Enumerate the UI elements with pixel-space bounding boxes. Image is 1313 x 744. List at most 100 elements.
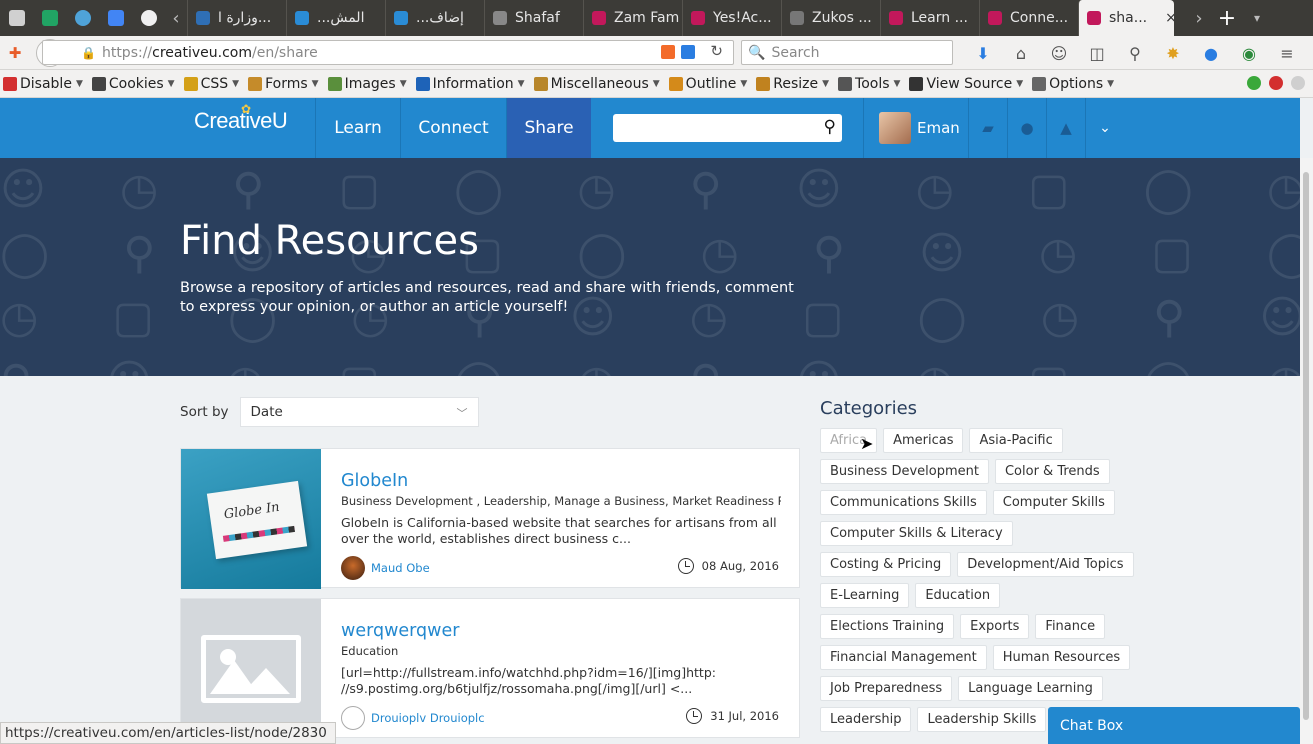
reload-icon[interactable]: ↻ [710,42,723,60]
browser-tab[interactable]: Yes!Ac... [682,0,781,36]
resource-description: [url=http://fullstream.info/watchhd.php?… [341,665,716,696]
category-chip[interactable]: Leadership Skills [917,707,1047,732]
color-icon[interactable]: ◉ [1230,44,1268,63]
site-search-input[interactable]: ⚲ [613,114,842,142]
browser-tab[interactable]: Learn ... [880,0,979,36]
nav-share[interactable]: Share [506,98,591,158]
addon-plus-icon[interactable] [661,45,675,59]
resource-thumbnail[interactable]: Globe In [181,449,321,589]
resource-thumbnail[interactable] [181,599,321,739]
extension-icon[interactable]: ✸ [1154,44,1192,63]
devtool-menu[interactable]: Forms ▼ [248,76,319,92]
category-chip[interactable]: Language Learning [958,676,1103,701]
browser-tab[interactable]: Zukos ... [781,0,880,36]
browser-search-field[interactable]: 🔍 Search [741,40,953,65]
category-chip[interactable]: Americas [883,428,964,453]
category-chip[interactable]: Job Preparedness [820,676,953,701]
pocket-icon[interactable]: ◫ [1078,44,1116,63]
category-chip[interactable]: Exports [960,614,1030,639]
addon-menu-icon[interactable]: ✚ [2,40,28,66]
category-chip[interactable]: Costing & Pricing [820,552,952,577]
category-chip[interactable]: Computer Skills [992,490,1115,515]
category-chip[interactable]: Leadership [820,707,912,732]
category-chip[interactable]: Development/Aid Topics [957,552,1134,577]
browser-tab[interactable]: Zam Fam [583,0,682,36]
download-icon[interactable]: ⬇ [964,44,1002,63]
url-bar[interactable]: 🔒 https://creativeu.com/en/share ↻ [42,40,734,65]
resource-card[interactable]: Globe In GlobeIn Business Development , … [180,448,800,589]
tab-favicon-icon [889,11,903,25]
nav-connect[interactable]: Connect [400,98,506,158]
resource-title[interactable]: werqwerqwer [341,621,459,641]
messages-icon[interactable]: ▰ [968,98,1007,158]
pinned-tab-gmail[interactable] [0,0,33,36]
tabs-scroll-right[interactable]: › [1188,8,1210,29]
category-chip[interactable]: Financial Management [820,645,987,670]
browser-tab[interactable]: Shafaf [484,0,583,36]
home-icon[interactable]: ⌂ [1002,44,1040,63]
category-chip[interactable]: Education [915,583,1001,608]
pinned-tab-asterisk[interactable] [66,0,99,36]
hamburger-menu-icon[interactable]: ≡ [1268,44,1306,63]
devtool-menu[interactable]: Images ▼ [327,75,407,92]
devtool-menu[interactable]: Outline ▼ [668,76,747,92]
category-chip[interactable]: Color & Trends [994,459,1110,484]
category-chip[interactable]: Finance [1035,614,1106,639]
chevron-down-icon[interactable]: ⌄ [1085,98,1124,158]
browser-tab[interactable]: Conne... [979,0,1078,36]
asterisk-icon [74,10,91,26]
browser-tab[interactable]: ...المش [286,0,385,36]
category-chip[interactable]: Asia-Pacific [969,428,1063,453]
category-chip[interactable]: Human Resources [992,645,1131,670]
devtool-menu[interactable]: Miscellaneous ▼ [533,76,660,92]
devtool-menu[interactable]: View Source ▼ [909,76,1023,92]
user-menu[interactable]: Eman [863,98,960,158]
devtool-menu[interactable]: Tools ▼ [838,76,900,92]
sort-select[interactable]: Date ﹀ [239,397,479,427]
nav-learn[interactable]: Learn [315,98,400,158]
devtool-menu[interactable]: Information ▼ [415,76,525,92]
error-icon [1269,76,1283,90]
category-chip[interactable]: E-Learning [820,583,910,608]
category-chip[interactable]: Elections Training [820,614,955,639]
pinned-tab-docs[interactable] [99,0,132,36]
page-scrollbar[interactable] [1300,158,1313,744]
devtool-menu[interactable]: CSS ▼ [183,76,239,92]
devtool-menu[interactable]: Resize ▼ [756,76,829,92]
category-chip[interactable]: Computer Skills & Literacy [820,521,1013,546]
resource-author[interactable]: Drouioplv Drouioplc [341,706,485,730]
tabs-scroll-left[interactable]: ‹ [165,8,187,29]
chat-box-button[interactable]: Chat Box [1048,707,1300,744]
devtool-menu[interactable]: Cookies ▼ [91,76,175,92]
browser-tab[interactable]: وزارة ا... [187,0,286,36]
category-chip[interactable]: Communications Skills [820,490,987,515]
gmail-icon [8,10,25,26]
main-nav: Learn Connect Share [315,98,591,158]
tab-active[interactable]: sha... × [1078,0,1174,36]
tabs-list-icon[interactable]: ▾ [1246,11,1268,25]
dropdown-arrow-icon: ▼ [517,78,525,89]
notifications-icon[interactable]: ▲ [1046,98,1085,158]
new-tab-button[interactable]: + [1216,6,1238,31]
resource-title[interactable]: GlobeIn [341,471,408,491]
close-tab-icon[interactable]: × [1165,10,1174,26]
info-addon-icon[interactable] [681,45,695,59]
category-chip[interactable]: Business Development [820,459,989,484]
sort-row: Sort by Date ﹀ [180,397,479,427]
logo-flower-icon: ✿ [241,102,251,116]
devtool-label: Images [344,75,396,92]
resource-card[interactable]: werqwerqwer Education [url=http://fullst… [180,598,800,739]
browser-tab[interactable]: ...إضاف [385,0,484,36]
resource-author[interactable]: Maud Obe [341,556,430,580]
pinned-tab-olx[interactable] [132,0,165,36]
creativeu-logo[interactable]: ✿ CreativeU [194,102,288,134]
globe-icon[interactable]: ● [1192,44,1230,63]
devtool-menu[interactable]: Disable ▼ [3,76,83,92]
wand-icon[interactable]: ⚲ [1116,44,1154,63]
search-icon[interactable]: ⚲ [824,117,836,137]
smiley-icon[interactable]: ☺ [1040,44,1078,63]
devtool-menu[interactable]: Options ▼ [1032,76,1114,92]
pinned-tab-sheets[interactable] [33,0,66,36]
friends-icon[interactable]: ● [1007,98,1046,158]
scrollbar-thumb[interactable] [1303,172,1309,720]
